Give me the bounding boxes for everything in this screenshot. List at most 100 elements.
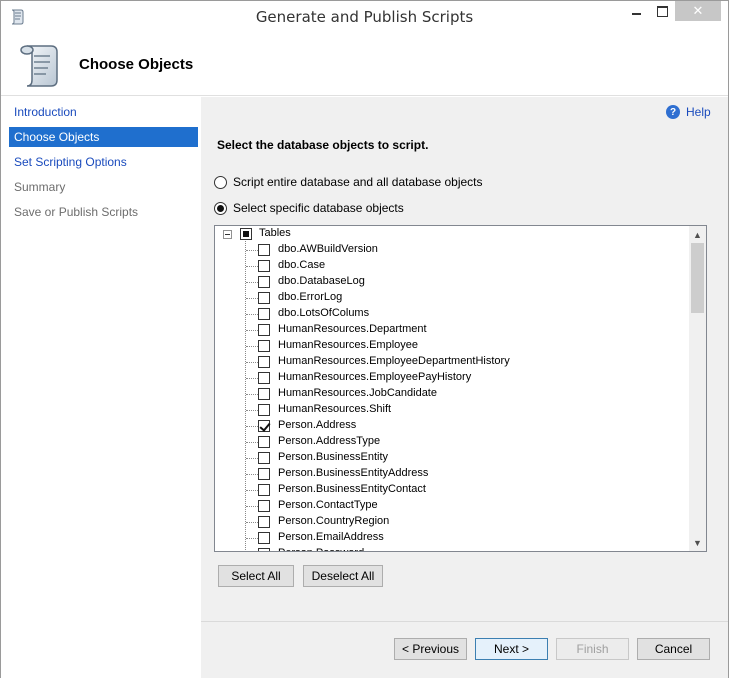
tree-connector — [246, 442, 258, 443]
tree-item[interactable]: HumanResources.EmployeePayHistory — [215, 370, 690, 386]
tree-connector — [246, 250, 258, 251]
item-checkbox[interactable] — [258, 452, 270, 464]
tree-item[interactable]: Person.CountryRegion — [215, 514, 690, 530]
window-title: Generate and Publish Scripts — [255, 8, 474, 26]
tree-item[interactable]: dbo.AWBuildVersion — [215, 242, 690, 258]
tree-connector — [246, 506, 258, 507]
item-label: dbo.LotsOfColums — [278, 307, 370, 319]
radio-entire-label: Script entire database and all database … — [233, 175, 483, 189]
tree-item[interactable]: Person.ContactType — [215, 498, 690, 514]
deselect-all-button[interactable]: Deselect All — [303, 565, 383, 587]
minimize-button[interactable] — [623, 1, 649, 21]
item-checkbox[interactable] — [258, 532, 270, 544]
tree-item[interactable]: dbo.DatabaseLog — [215, 274, 690, 290]
tree-connector — [246, 282, 258, 283]
scroll-down-icon[interactable]: ▼ — [689, 534, 706, 551]
script-scroll-icon — [20, 45, 58, 87]
item-label: HumanResources.JobCandidate — [278, 387, 437, 399]
tree-item[interactable]: Person.EmailAddress — [215, 530, 690, 546]
tree-item[interactable]: HumanResources.EmployeeDepartmentHistory — [215, 354, 690, 370]
item-checkbox[interactable] — [258, 308, 270, 320]
item-label: Person.Address — [278, 419, 357, 431]
item-checkbox[interactable] — [258, 292, 270, 304]
radio-specific-objects[interactable]: Select specific database objects — [214, 201, 404, 215]
item-checkbox[interactable] — [258, 356, 270, 368]
tree-scrollbar[interactable]: ▲ ▼ — [689, 226, 706, 551]
tree-item[interactable]: Person.AddressType — [215, 434, 690, 450]
tree-connector — [246, 426, 258, 427]
tree-item[interactable]: Person.BusinessEntityContact — [215, 482, 690, 498]
item-checkbox[interactable] — [258, 244, 270, 256]
collapse-icon[interactable] — [223, 230, 232, 239]
item-checkbox[interactable] — [258, 484, 270, 496]
help-link[interactable]: ? Help — [666, 105, 711, 119]
nav-item-set-scripting-options[interactable]: Set Scripting Options — [9, 152, 198, 172]
close-button[interactable]: ✕ — [675, 1, 721, 21]
item-checkbox[interactable] — [258, 468, 270, 480]
tree-item[interactable]: Person.BusinessEntity — [215, 450, 690, 466]
item-label: Person.CountryRegion — [278, 515, 390, 527]
tree-connector — [246, 410, 258, 411]
item-checkbox[interactable] — [258, 436, 270, 448]
tree-connector — [246, 394, 258, 395]
tree-connector — [246, 474, 258, 475]
tables-label: Tables — [259, 227, 291, 239]
tree-item[interactable]: HumanResources.Employee — [215, 338, 690, 354]
tree-connector — [246, 362, 258, 363]
scroll-up-icon[interactable]: ▲ — [689, 226, 706, 243]
footer-divider — [201, 621, 728, 622]
item-checkbox[interactable] — [258, 500, 270, 512]
tree-item[interactable]: Person.BusinessEntityAddress — [215, 466, 690, 482]
tree-item[interactable]: HumanResources.Shift — [215, 402, 690, 418]
item-label: Person.Password — [278, 547, 364, 551]
finish-button: Finish — [556, 638, 629, 660]
nav-item-choose-objects[interactable]: Choose Objects — [9, 127, 198, 147]
select-all-button[interactable]: Select All — [218, 565, 294, 587]
tree-connector — [246, 266, 258, 267]
item-checkbox[interactable] — [258, 388, 270, 400]
tree-item[interactable]: Person.Address — [215, 418, 690, 434]
nav-item-save-or-publish: Save or Publish Scripts — [14, 205, 139, 219]
help-icon: ? — [666, 105, 680, 119]
next-button[interactable]: Next > — [475, 638, 548, 660]
scroll-thumb[interactable] — [691, 243, 704, 313]
page-title: Choose Objects — [79, 56, 194, 73]
tree-item[interactable]: dbo.Case — [215, 258, 690, 274]
radio-button-specific[interactable] — [214, 201, 227, 215]
tables-checkbox[interactable] — [240, 228, 252, 240]
radio-button-entire[interactable] — [214, 175, 227, 189]
object-tree[interactable]: Tables dbo.AWBuildVersion dbo.Case dbo.Dat… — [214, 225, 707, 552]
item-checkbox[interactable] — [258, 260, 270, 272]
tree-item[interactable]: Person.Password — [215, 546, 690, 551]
close-icon: ✕ — [692, 3, 704, 19]
item-label: Person.ContactType — [278, 499, 378, 511]
tree-connector — [246, 314, 258, 315]
tree-item[interactable]: dbo.ErrorLog — [215, 290, 690, 306]
previous-button[interactable]: < Previous — [394, 638, 467, 660]
tree-node-tables[interactable]: Tables — [215, 226, 685, 242]
main-panel: ? Help Select the database objects to sc… — [201, 97, 728, 678]
item-checkbox[interactable] — [258, 372, 270, 384]
item-checkbox[interactable] — [258, 516, 270, 528]
tree-connector — [246, 298, 258, 299]
item-label: dbo.DatabaseLog — [278, 275, 365, 287]
item-label: dbo.Case — [278, 259, 326, 271]
tree-connector — [246, 458, 258, 459]
tree-item[interactable]: dbo.LotsOfColums — [215, 306, 690, 322]
tree-item[interactable]: HumanResources.Department — [215, 322, 690, 338]
nav-item-summary: Summary — [14, 180, 66, 194]
cancel-button[interactable]: Cancel — [637, 638, 710, 660]
item-checkbox[interactable] — [258, 340, 270, 352]
item-checkbox[interactable] — [258, 420, 270, 432]
radio-specific-label: Select specific database objects — [233, 201, 404, 215]
maximize-button[interactable] — [649, 1, 675, 21]
item-checkbox[interactable] — [258, 276, 270, 288]
item-label: HumanResources.EmployeePayHistory — [278, 371, 472, 383]
nav-item-introduction[interactable]: Introduction — [9, 102, 198, 122]
tree-item[interactable]: HumanResources.JobCandidate — [215, 386, 690, 402]
item-checkbox[interactable] — [258, 548, 270, 551]
item-checkbox[interactable] — [258, 404, 270, 416]
radio-entire-database[interactable]: Script entire database and all database … — [214, 175, 483, 189]
item-checkbox[interactable] — [258, 324, 270, 336]
page-header: Choose Objects — [1, 33, 728, 96]
